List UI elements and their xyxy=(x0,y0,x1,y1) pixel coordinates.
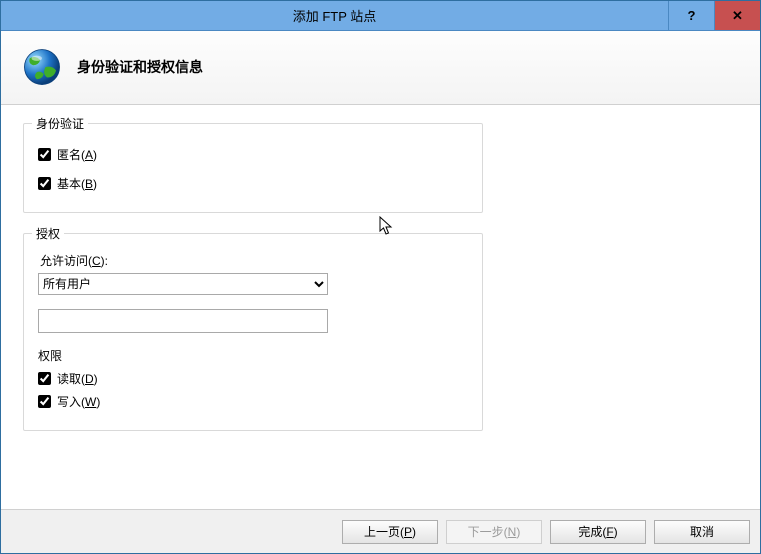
basic-label: 基本(B) xyxy=(57,175,97,192)
authentication-group: 身份验证 匿名(A) 基本(B) xyxy=(23,123,483,213)
title-buttons: ? ✕ xyxy=(668,1,760,30)
basic-checkbox[interactable] xyxy=(38,177,51,190)
titlebar: 添加 FTP 站点 ? ✕ xyxy=(1,1,760,31)
globe-icon xyxy=(21,46,63,88)
next-button: 下一步(N) xyxy=(446,520,542,544)
finish-button[interactable]: 完成(F) xyxy=(550,520,646,544)
window-title: 添加 FTP 站点 xyxy=(1,6,668,25)
close-button[interactable]: ✕ xyxy=(714,1,760,30)
read-checkbox[interactable] xyxy=(38,372,51,385)
page-heading: 身份验证和授权信息 xyxy=(77,57,203,77)
allow-access-label: 允许访问(C): xyxy=(40,252,468,269)
wizard-header: 身份验证和授权信息 xyxy=(1,31,760,105)
allow-access-select[interactable]: 所有用户 xyxy=(38,273,328,295)
write-label: 写入(W) xyxy=(57,393,100,410)
anonymous-label: 匿名(A) xyxy=(57,146,97,163)
cancel-button[interactable]: 取消 xyxy=(654,520,750,544)
write-checkbox[interactable] xyxy=(38,395,51,408)
auth-legend: 身份验证 xyxy=(32,115,88,132)
anonymous-checkbox[interactable] xyxy=(38,148,51,161)
previous-button[interactable]: 上一页(P) xyxy=(342,520,438,544)
help-button[interactable]: ? xyxy=(668,1,714,30)
wizard-footer: 上一页(P) 下一步(N) 完成(F) 取消 xyxy=(1,509,760,553)
dialog-window: 添加 FTP 站点 ? ✕ 身份验证和 xyxy=(0,0,761,554)
read-label: 读取(D) xyxy=(57,370,98,387)
authz-legend: 授权 xyxy=(32,225,64,242)
permissions-label: 权限 xyxy=(38,347,468,364)
authorization-group: 授权 允许访问(C): 所有用户 权限 读取(D) 写入(W) xyxy=(23,233,483,431)
specified-users-input[interactable] xyxy=(38,309,328,333)
content-area: 身份验证 匿名(A) 基本(B) 授权 允许访问(C): 所有用户 权限 xyxy=(1,105,760,431)
